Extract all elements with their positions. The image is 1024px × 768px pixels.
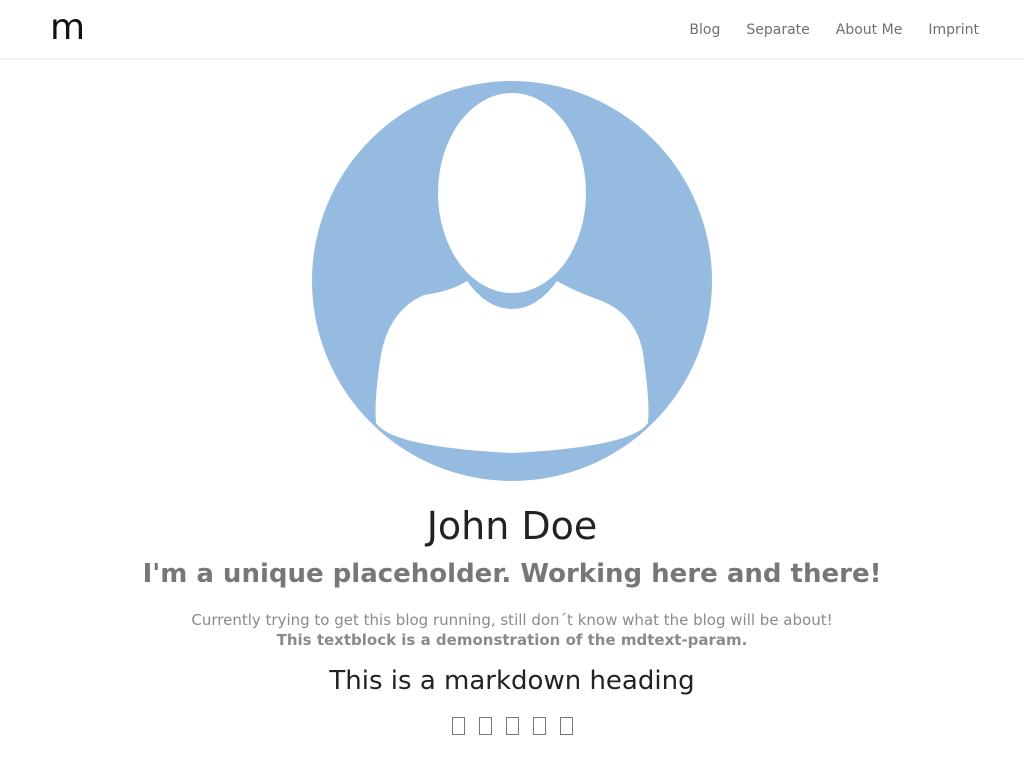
social-icon-2[interactable]: [478, 717, 492, 735]
social-icon-3[interactable]: [505, 717, 519, 735]
profile-description: Currently trying to get this blog runnin…: [0, 610, 1024, 650]
avatar-placeholder-icon: [312, 81, 712, 481]
profile-description-text: Currently trying to get this blog runnin…: [191, 611, 833, 629]
social-links: [0, 717, 1024, 735]
nav-link-about-me[interactable]: About Me: [836, 19, 903, 41]
top-navbar: m Blog Separate About Me Imprint: [0, 0, 1024, 59]
profile-description-strong: This textblock is a demonstration of the…: [276, 631, 748, 649]
main-nav: Blog Separate About Me Imprint: [663, 19, 979, 41]
nav-link-separate[interactable]: Separate: [746, 19, 809, 41]
nav-link-imprint[interactable]: Imprint: [928, 19, 979, 41]
profile-name: John Doe: [426, 504, 598, 548]
brand-logo[interactable]: m: [50, 6, 85, 50]
social-icon-4[interactable]: [532, 717, 546, 735]
avatar-head: [438, 93, 586, 293]
nav-link-blog[interactable]: Blog: [689, 19, 720, 41]
social-icon-5[interactable]: [559, 717, 573, 735]
profile-tagline: I'm a unique placeholder. Working here a…: [142, 559, 882, 589]
markdown-heading: This is a markdown heading: [329, 666, 695, 696]
social-icon-1[interactable]: [451, 717, 465, 735]
